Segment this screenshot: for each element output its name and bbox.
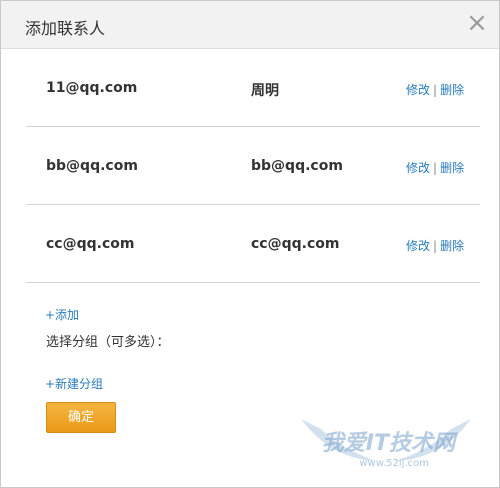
confirm-button[interactable]: 确定 xyxy=(46,402,116,433)
delete-link[interactable]: 删除 xyxy=(440,161,464,175)
contact-row: cc@qq.com cc@qq.com 修改 | 删除 xyxy=(26,205,480,283)
add-contact-link[interactable]: +添加 xyxy=(45,306,79,323)
close-icon[interactable]: × xyxy=(465,10,489,36)
contact-actions: 修改 | 删除 xyxy=(406,237,464,254)
add-contact-dialog: 添加联系人 × 11@qq.com 周明 修改 | 删除 bb@qq.com bb@… xyxy=(0,0,500,488)
new-group-link[interactable]: +新建分组 xyxy=(45,375,103,392)
delete-link[interactable]: 删除 xyxy=(440,83,464,97)
action-separator: | xyxy=(433,83,438,97)
contact-name: 周明 xyxy=(251,83,279,99)
watermark-url: www.52ij.com xyxy=(359,458,429,469)
contact-row: bb@qq.com bb@qq.com 修改 | 删除 xyxy=(26,127,480,205)
edit-link[interactable]: 修改 xyxy=(406,83,430,97)
contact-email: bb@qq.com xyxy=(46,158,138,174)
dialog-title: 添加联系人 xyxy=(25,19,106,38)
contact-email: cc@qq.com xyxy=(46,236,135,252)
contact-email: 11@qq.com xyxy=(46,80,138,96)
contact-name: bb@qq.com xyxy=(251,158,343,174)
contact-row: 11@qq.com 周明 修改 | 删除 xyxy=(26,49,480,127)
action-separator: | xyxy=(433,239,438,253)
dialog-header: 添加联系人 × xyxy=(1,1,499,49)
action-separator: | xyxy=(433,161,438,175)
delete-link[interactable]: 删除 xyxy=(440,239,464,253)
contact-name: cc@qq.com xyxy=(251,236,340,252)
contact-actions: 修改 | 删除 xyxy=(406,81,464,98)
site-watermark: 我爱IT技术网 www.52ij.com xyxy=(281,399,491,479)
edit-link[interactable]: 修改 xyxy=(406,161,430,175)
edit-link[interactable]: 修改 xyxy=(406,239,430,253)
watermark-text: 我爱IT技术网 xyxy=(321,431,455,456)
contact-actions: 修改 | 删除 xyxy=(406,159,464,176)
group-select-label: 选择分组（可多选）： xyxy=(46,335,170,350)
